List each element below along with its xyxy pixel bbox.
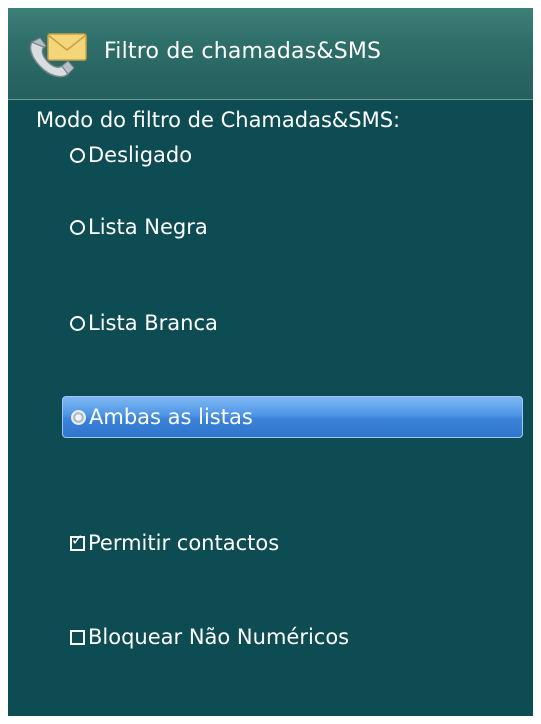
radio-unselected-icon[interactable] (70, 219, 85, 235)
radio-option-label: Ambas as listas (89, 405, 253, 429)
checkbox-checked-icon[interactable]: ✓ (70, 530, 85, 551)
checkbox-label: Bloquear Não Numéricos (88, 625, 350, 649)
checkmark-icon: ✓ (71, 530, 84, 549)
radio-option-label: Lista Negra (88, 215, 208, 239)
radio-selected-icon[interactable] (71, 409, 86, 425)
checkbox-allow-contacts[interactable]: ✓ Permitir contactos (62, 522, 523, 564)
title-bar: Filtro de chamadas&SMS (8, 8, 533, 100)
radio-option-lista-negra[interactable]: Lista Negra (62, 206, 523, 248)
radio-unselected-icon[interactable] (70, 147, 85, 163)
radio-option-label: Lista Branca (88, 311, 218, 335)
phone-envelope-icon (26, 28, 90, 80)
radio-option-label: Desligado (88, 143, 193, 167)
app-screen: Filtro de chamadas&SMS Modo do filtro de… (8, 8, 533, 716)
checkbox-unchecked-icon[interactable] (70, 629, 85, 645)
checkbox-block-non-numeric[interactable]: Bloquear Não Numéricos (62, 616, 523, 658)
radio-unselected-icon[interactable] (70, 315, 85, 331)
filter-mode-label: Modo do filtro de Chamadas&SMS: (36, 108, 401, 132)
checkbox-label: Permitir contactos (88, 531, 280, 555)
radio-option-lista-branca[interactable]: Lista Branca (62, 302, 523, 344)
radio-option-ambas-as-listas[interactable]: Ambas as listas (62, 396, 523, 438)
radio-option-desligado[interactable]: Desligado (62, 134, 523, 176)
page-title: Filtro de chamadas&SMS (104, 39, 382, 64)
